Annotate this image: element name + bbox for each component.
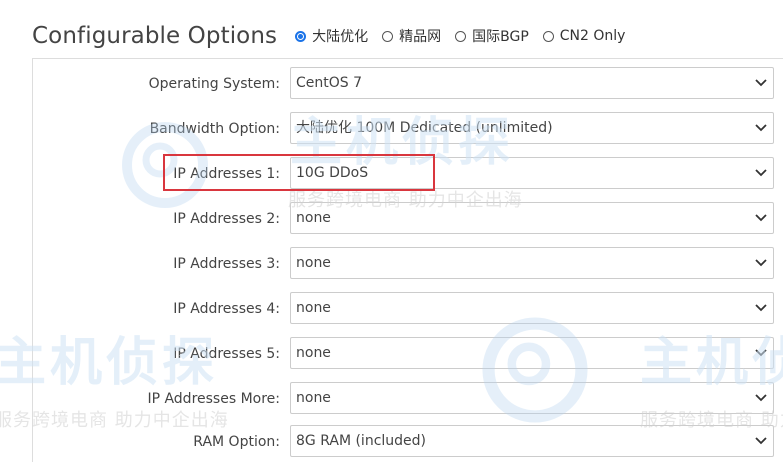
option-label: IP Addresses 1: (173, 166, 280, 182)
ip-addresses-3-select[interactable]: none (290, 247, 774, 279)
option-row-ip-addresses-more: IP Addresses More: none (33, 382, 783, 416)
option-label: IP Addresses 2: (173, 211, 280, 227)
chevron-down-icon (755, 79, 767, 87)
option-row-bandwidth: Bandwidth Option: 大陆优化 100M Dedicated (u… (33, 112, 783, 146)
select-value: 8G RAM (included) (296, 433, 427, 449)
option-label: IP Addresses 3: (173, 256, 280, 272)
radio-unchecked-icon[interactable] (455, 30, 467, 42)
ram-option-select[interactable]: 8G RAM (included) (290, 425, 774, 457)
bandwidth-option-select[interactable]: 大陆优化 100M Dedicated (unlimited) (290, 112, 774, 144)
ip-addresses-5-select[interactable]: none (290, 337, 774, 369)
operating-system-select[interactable]: CentOS 7 (290, 67, 774, 99)
chevron-down-icon (755, 259, 767, 267)
options-header: Configurable Options 大陆优化 精品网 国际BGP CN2 … (32, 18, 639, 54)
radio-network-cn2[interactable]: CN2 Only (542, 28, 626, 44)
radio-checked-icon[interactable] (295, 30, 307, 42)
option-row-ip-addresses-2: IP Addresses 2: none (33, 202, 783, 236)
option-label: IP Addresses 4: (173, 301, 280, 317)
options-panel: Operating System: CentOS 7 Bandwidth Opt… (32, 58, 783, 462)
option-label: IP Addresses 5: (173, 346, 280, 362)
chevron-down-icon (755, 394, 767, 402)
chevron-down-icon (755, 304, 767, 312)
network-radio-group: 大陆优化 精品网 国际BGP CN2 Only (295, 26, 639, 46)
option-label: Operating System: (148, 76, 280, 92)
configurable-options-page: Configurable Options 大陆优化 精品网 国际BGP CN2 … (0, 0, 783, 462)
select-value: 大陆优化 100M Dedicated (unlimited) (296, 120, 553, 136)
radio-network-mainland[interactable]: 大陆优化 (295, 26, 368, 46)
chevron-down-icon (755, 214, 767, 222)
radio-unchecked-icon[interactable] (542, 30, 554, 42)
radio-network-premium[interactable]: 精品网 (382, 26, 441, 46)
option-row-ip-addresses-5: IP Addresses 5: none (33, 337, 783, 371)
chevron-down-icon (755, 349, 767, 357)
option-row-ip-addresses-4: IP Addresses 4: none (33, 292, 783, 326)
option-label: IP Addresses More: (147, 391, 280, 407)
select-value: none (296, 390, 331, 406)
radio-label: 大陆优化 (312, 29, 369, 45)
radio-label: 国际BGP (472, 29, 529, 45)
option-row-ip-addresses-3: IP Addresses 3: none (33, 247, 783, 281)
option-row-ram: RAM Option: 8G RAM (included) (33, 425, 783, 459)
ip-addresses-1-select[interactable]: 10G DDoS (290, 157, 774, 189)
section-title: Configurable Options (32, 23, 278, 49)
radio-label: CN2 Only (559, 28, 626, 44)
radio-network-bgp[interactable]: 国际BGP (455, 26, 529, 46)
ip-addresses-2-select[interactable]: none (290, 202, 774, 234)
option-row-operating-system: Operating System: CentOS 7 (33, 67, 783, 101)
chevron-down-icon (755, 169, 767, 177)
select-value: none (296, 210, 331, 226)
radio-unchecked-icon[interactable] (382, 30, 394, 42)
ip-addresses-more-select[interactable]: none (290, 382, 774, 414)
chevron-down-icon (755, 437, 767, 445)
radio-label: 精品网 (399, 29, 442, 45)
select-value: 10G DDoS (296, 165, 369, 181)
chevron-down-icon (755, 124, 767, 132)
option-label: Bandwidth Option: (149, 121, 280, 137)
select-value: none (296, 255, 331, 271)
option-row-ip-addresses-1: IP Addresses 1: 10G DDoS (33, 157, 783, 191)
select-value: none (296, 345, 331, 361)
option-label: RAM Option: (193, 434, 280, 450)
select-value: CentOS 7 (296, 75, 363, 91)
select-value: none (296, 300, 331, 316)
ip-addresses-4-select[interactable]: none (290, 292, 774, 324)
